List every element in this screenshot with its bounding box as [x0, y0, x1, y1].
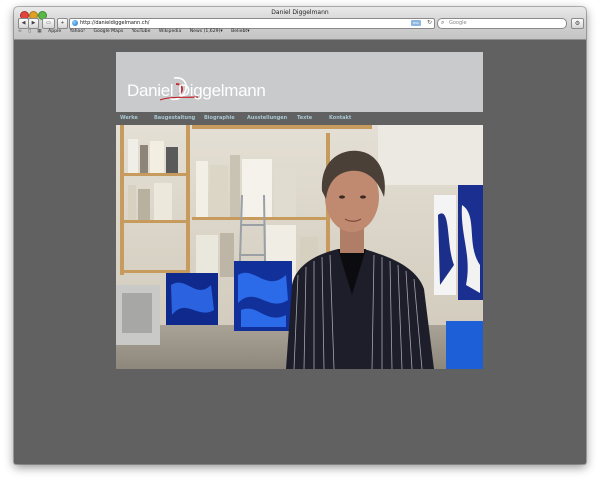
nav-kontakt[interactable]: Kontakt: [329, 115, 351, 121]
nav-baugestaltung[interactable]: Baugestaltung: [154, 115, 195, 121]
window-title: Daniel Diggelmann: [271, 9, 329, 16]
bookmark-beliebt[interactable]: Beliebt▾: [231, 29, 249, 34]
nav-ausstellungen[interactable]: Ausstellungen: [247, 115, 287, 121]
site-navigation: Werke Baugestaltung Biographie Ausstellu…: [116, 112, 483, 125]
browser-window: Daniel Diggelmann ◀ ▶ ▭ + http://danield…: [14, 7, 586, 464]
bookmark-google-maps[interactable]: Google Maps: [94, 29, 124, 34]
grid-icon[interactable]: ▦: [37, 29, 41, 34]
site-header: Daniel Diggelmann: [116, 52, 483, 112]
gear-icon: ⚙: [574, 20, 581, 27]
address-bar[interactable]: http://danieldiggelmann.ch/ RSS ↻: [69, 18, 435, 29]
bookmark-news[interactable]: News (1,629)▾: [190, 29, 223, 34]
search-placeholder: Google: [449, 20, 467, 26]
search-icon: ⌕: [441, 19, 445, 26]
globe-icon: [72, 20, 78, 26]
address-text[interactable]: http://danieldiggelmann.ch/: [80, 20, 149, 26]
nav-werke[interactable]: Werke: [120, 115, 138, 121]
back-arrow-icon: ◀: [21, 20, 26, 26]
forward-button[interactable]: ▶: [28, 18, 39, 29]
search-field[interactable]: ⌕ Google: [437, 18, 567, 29]
book-icon[interactable]: ▯: [28, 29, 31, 34]
reading-glasses-icon[interactable]: ∞: [18, 29, 22, 34]
add-bookmark-button[interactable]: +: [57, 18, 68, 29]
bookmark-yahoo[interactable]: Yahoo!: [70, 29, 85, 34]
reload-icon[interactable]: ↻: [427, 19, 432, 26]
bookmark-youtube[interactable]: YouTube: [132, 29, 151, 34]
site-logo[interactable]: Daniel Diggelmann: [127, 81, 266, 101]
forward-arrow-icon: ▶: [31, 20, 36, 26]
action-menu-button[interactable]: ⚙: [571, 18, 584, 29]
bookmark-apple[interactable]: Apple: [48, 29, 61, 34]
rss-button[interactable]: RSS: [411, 20, 421, 26]
plus-icon: +: [60, 20, 65, 26]
nav-biographie[interactable]: Biographie: [204, 115, 235, 121]
show-all-bookmarks-button[interactable]: ▭: [42, 18, 55, 29]
title-bar: Daniel Diggelmann ◀ ▶ ▭ + http://danield…: [14, 7, 586, 40]
display-icon: ▭: [46, 20, 51, 26]
artist-portrait-photo: [116, 125, 483, 369]
nav-texte[interactable]: Texte: [297, 115, 312, 121]
bookmarks-bar: ∞ ▯ ▦ Apple Yahoo! Google Maps YouTube W…: [18, 29, 257, 37]
bookmark-wikipedia[interactable]: Wikipedia: [159, 29, 181, 34]
